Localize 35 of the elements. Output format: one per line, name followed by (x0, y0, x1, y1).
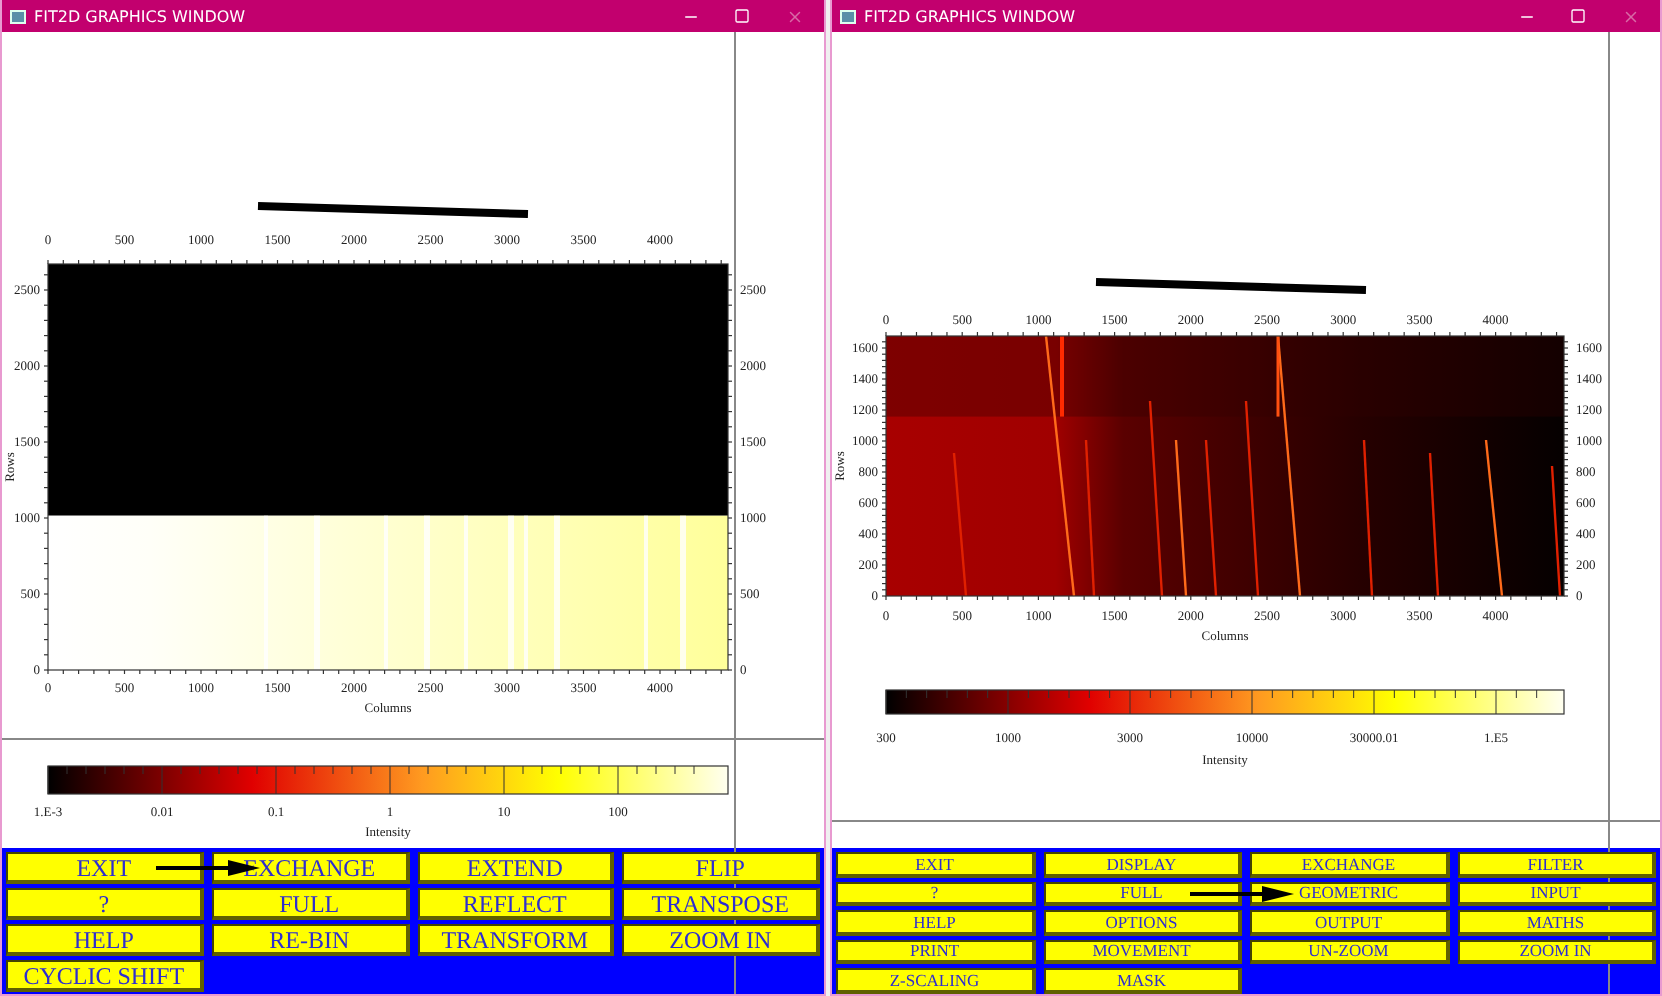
menu-button[interactable]: ? (836, 881, 1035, 906)
menu-button[interactable]: EXCHANGE (211, 852, 409, 884)
app-icon (10, 9, 26, 23)
menu-button[interactable]: FULL (1043, 881, 1242, 906)
menu-button[interactable]: Z-SCALING (836, 968, 1035, 993)
menu-button[interactable]: MATHS (1457, 910, 1656, 935)
menu-button[interactable]: PRINT (836, 939, 1035, 964)
menu-button[interactable]: ZOOM IN (1457, 939, 1656, 964)
menu-button[interactable]: UN-ZOOM (1250, 939, 1449, 964)
menu-button[interactable]: MOVEMENT (1043, 939, 1242, 964)
window-title: FIT2D GRAPHICS WINDOW (34, 7, 248, 25)
app-icon (840, 9, 856, 23)
menu-button[interactable]: GEOMETRIC (1250, 881, 1449, 906)
menu-button[interactable]: DISPLAY (1043, 852, 1242, 877)
menu-button[interactable]: RE-BIN (211, 924, 409, 956)
menu-button[interactable]: INPUT (1457, 881, 1656, 906)
menu-button[interactable]: EXIT (836, 852, 1035, 877)
menu-button[interactable]: EXCHANGE (1250, 852, 1449, 877)
menu-button[interactable]: ? (6, 888, 204, 920)
menu-button[interactable]: TRANSFORM (417, 924, 615, 956)
menu-button[interactable]: FLIP (622, 852, 820, 884)
menu-button[interactable]: TRANSPOSE (622, 888, 820, 920)
menu-button[interactable]: ZOOM IN (622, 924, 820, 956)
menu-button[interactable]: MASK (1043, 968, 1242, 993)
menu-button[interactable]: FILTER (1457, 852, 1656, 877)
menu-button[interactable]: REFLECT (417, 888, 615, 920)
menu-button[interactable]: CYCLIC SHIFT (6, 960, 204, 992)
menu-button[interactable]: HELP (6, 924, 204, 956)
menu-button[interactable]: HELP (836, 910, 1035, 935)
window-title: FIT2D GRAPHICS WINDOW (864, 7, 1078, 25)
menu-button[interactable]: EXTEND (417, 852, 615, 884)
menu-button[interactable]: OUTPUT (1250, 910, 1449, 935)
menu-button[interactable]: FULL (211, 888, 409, 920)
menu-button[interactable]: EXIT (6, 852, 204, 884)
menu-button[interactable]: OPTIONS (1043, 910, 1242, 935)
